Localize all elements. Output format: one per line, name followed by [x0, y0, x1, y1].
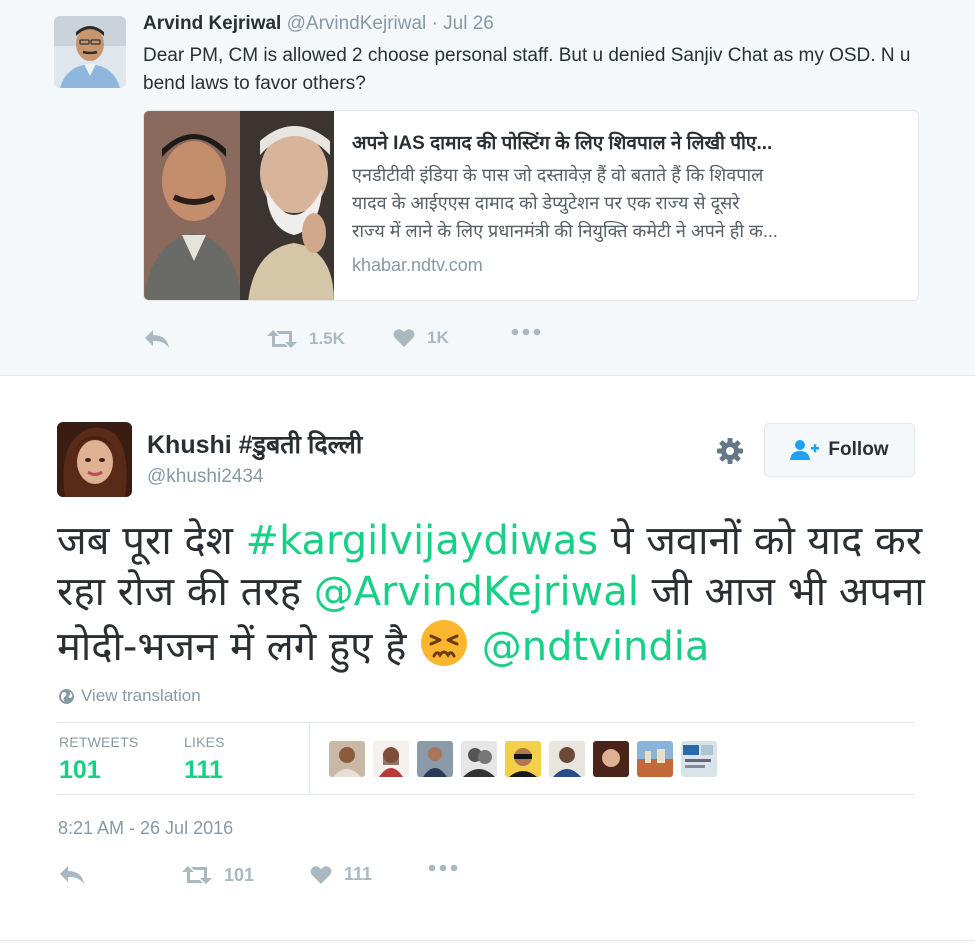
link-card[interactable]: अपने IAS दामाद की पोस्टिंग के लिए शिवपाल…: [143, 110, 919, 301]
quoted-tweet-header: Arvind Kejriwal @ArvindKejriwal · Jul 26: [143, 13, 494, 35]
liker-avatar[interactable]: [549, 741, 585, 777]
link-card-image: [144, 111, 334, 300]
liker-avatar[interactable]: [505, 741, 541, 777]
retweet-count: 101: [224, 864, 255, 885]
link-card-title[interactable]: अपने IAS दामाद की पोस्टिंग के लिए शिवपाल…: [352, 129, 904, 155]
more-button[interactable]: [428, 864, 458, 872]
retweet-button[interactable]: 101: [182, 864, 254, 886]
heart-icon: [310, 865, 332, 884]
link-card-domain: khabar.ndtv.com: [352, 255, 483, 275]
liker-avatar[interactable]: [373, 741, 409, 777]
reply-icon: [60, 866, 84, 884]
more-button[interactable]: [511, 328, 541, 336]
reply-icon: [145, 330, 169, 348]
tweet-timestamp[interactable]: 8:21 AM - 26 Jul 2016: [58, 818, 233, 839]
divider: [0, 940, 975, 941]
reply-button[interactable]: [58, 864, 86, 886]
quoted-tweet: Arvind Kejriwal @ArvindKejriwal · Jul 26…: [0, 0, 975, 376]
stats-divider: [309, 723, 310, 795]
hashtag-link[interactable]: #kargilvijaydiwas: [246, 518, 599, 564]
retweet-button[interactable]: 1.5K: [267, 328, 345, 350]
likes-value: 111: [184, 756, 223, 784]
link-card-description-line: यादव के आईएएस दामाद को डेप्युटेशन पर एक …: [352, 193, 740, 213]
khushi-avatar[interactable]: [57, 422, 132, 497]
link-card-description: एनडीटीवी इंडिया के पास जो दस्तावेज़ हैं …: [352, 161, 908, 245]
liker-avatar[interactable]: [461, 741, 497, 777]
retweets-stat[interactable]: RETWEETS 101: [59, 734, 138, 785]
gear-icon[interactable]: [715, 436, 745, 466]
tweet-stats: RETWEETS 101 LIKES 111: [57, 722, 915, 795]
follow-button-label: Follow: [828, 439, 889, 460]
link-card-description-line: राज्य में लाने के लिए प्रधानमंत्री की नि…: [352, 221, 778, 241]
retweets-value: 101: [59, 756, 101, 784]
like-button[interactable]: 1K: [393, 328, 449, 348]
view-translation-link[interactable]: View translation: [58, 686, 201, 706]
add-user-icon: [790, 440, 820, 460]
kejriwal-avatar[interactable]: [54, 16, 126, 88]
mention-link[interactable]: @ArvindKejriwal: [314, 569, 639, 615]
view-translation-label: View translation: [81, 686, 201, 705]
liker-avatar[interactable]: [637, 741, 673, 777]
quoted-author-name[interactable]: Arvind Kejriwal: [143, 13, 281, 34]
tweet-text-segment: जब पूरा देश: [57, 518, 246, 564]
quoted-tweet-date[interactable]: · Jul 26: [432, 13, 494, 34]
liker-avatar[interactable]: [329, 741, 365, 777]
main-tweet-text: जब पूरा देश #kargilvijaydiwas पे जवानों …: [57, 516, 927, 673]
follow-button[interactable]: Follow: [764, 423, 915, 477]
main-author-name[interactable]: Khushi #डुबती दिल्ली: [147, 427, 362, 461]
liker-avatar[interactable]: [593, 741, 629, 777]
more-icon: [428, 864, 458, 872]
main-author-handle[interactable]: @khushi2434: [147, 466, 263, 488]
globe-icon: [59, 688, 74, 704]
retweet-icon: [182, 866, 212, 884]
like-count: 111: [344, 864, 373, 884]
more-icon: [511, 328, 541, 336]
liker-avatar[interactable]: [417, 741, 453, 777]
likes-label: LIKES: [184, 734, 225, 750]
retweet-icon: [267, 330, 297, 348]
persevering-face-emoji-icon: [419, 618, 469, 668]
reply-button[interactable]: [143, 328, 171, 350]
quoted-author-handle[interactable]: @ArvindKejriwal: [287, 13, 427, 34]
retweets-label: RETWEETS: [59, 734, 139, 750]
liker-avatar[interactable]: [681, 741, 717, 777]
link-card-description-line: एनडीटीवी इंडिया के पास जो दस्तावेज़ हैं …: [352, 165, 764, 185]
quoted-tweet-text: Dear PM, CM is allowed 2 choose personal…: [143, 45, 911, 94]
heart-icon: [393, 329, 415, 347]
like-count: 1K: [427, 328, 449, 347]
retweet-count: 1.5K: [309, 329, 345, 348]
mention-link[interactable]: @ndtvindia: [482, 624, 710, 670]
like-button[interactable]: 111: [310, 864, 372, 885]
likes-stat[interactable]: LIKES 111: [184, 734, 225, 785]
